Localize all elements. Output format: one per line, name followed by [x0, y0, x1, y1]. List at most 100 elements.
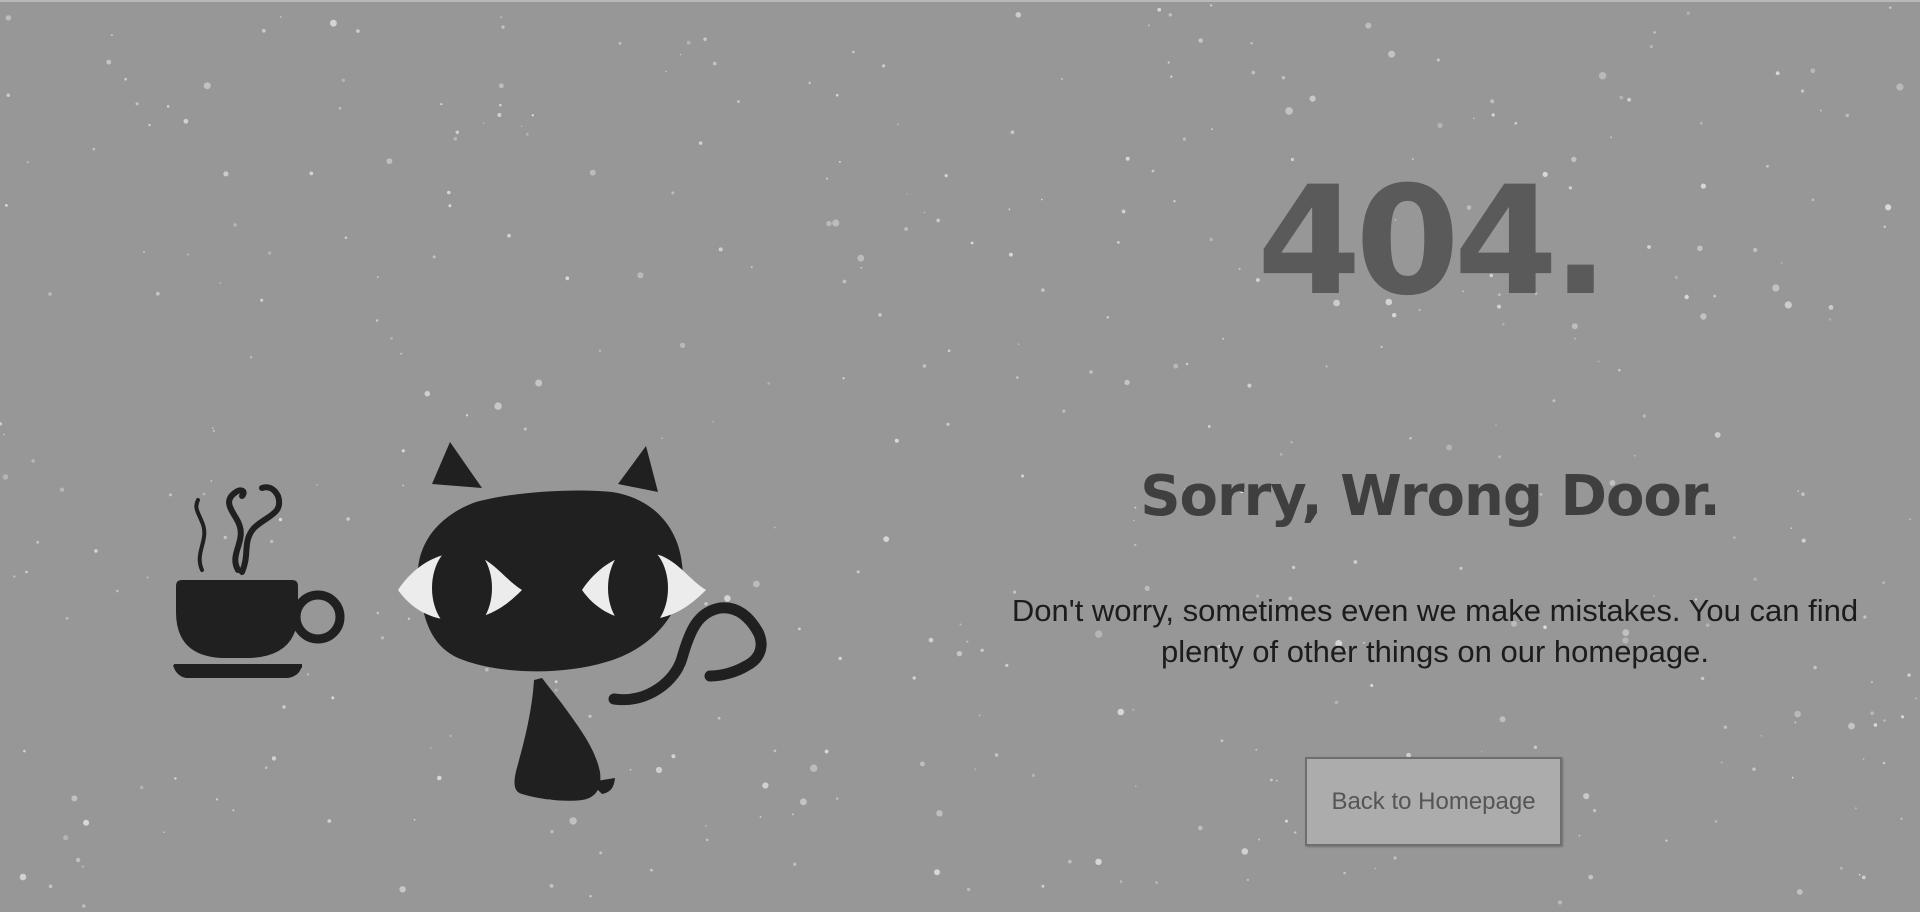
snowflake [1896, 83, 1904, 91]
snowflake [501, 25, 505, 29]
snowflake [1473, 117, 1475, 120]
snowflake [1459, 566, 1463, 571]
snowflake [857, 254, 865, 262]
snowflake [1251, 70, 1256, 75]
snowflake [1124, 379, 1130, 386]
snowflake [497, 113, 502, 117]
snowflake [1017, 343, 1020, 345]
snowflake [110, 34, 113, 37]
snowflake [767, 382, 770, 385]
snowflake [1796, 889, 1803, 895]
snowflake [1173, 363, 1179, 369]
snowflake [1760, 735, 1763, 737]
snowflake [1210, 4, 1213, 7]
snowflake [1858, 873, 1861, 876]
snowflake [341, 78, 345, 83]
snowflake [1801, 492, 1805, 497]
snowflake [344, 236, 348, 239]
snowflake [1241, 848, 1249, 855]
snowflake [565, 276, 570, 281]
snowflake [482, 122, 485, 124]
snowflake [589, 169, 596, 176]
snowflake [183, 118, 189, 124]
snowflake [48, 292, 52, 296]
snowflake [1752, 767, 1756, 771]
snowflake [1167, 61, 1170, 64]
snowflake [1714, 820, 1718, 823]
snowflake [1343, 871, 1346, 875]
snowflake [1309, 95, 1316, 102]
snowflake [698, 141, 703, 145]
snowflake [970, 241, 974, 245]
snowflake [936, 810, 943, 817]
snowflake [386, 158, 393, 165]
snowflake [1255, 748, 1258, 751]
snowflake [1828, 318, 1832, 321]
snowflake [1533, 745, 1538, 749]
snowflake [946, 422, 950, 426]
snowflake [856, 570, 860, 574]
snowflake [920, 761, 925, 767]
snowflake [1276, 779, 1278, 782]
snowflake [1374, 867, 1377, 870]
snowflake [5, 204, 8, 207]
snowflake [599, 851, 603, 855]
snowflake [838, 656, 842, 661]
snowflake [1870, 681, 1874, 684]
snowflake [71, 795, 78, 802]
snowflake [525, 132, 529, 136]
snowflake [1794, 710, 1801, 718]
snowflake [1619, 95, 1624, 100]
snowflake [1132, 708, 1135, 711]
snowflake [1498, 455, 1502, 459]
snowflake [1862, 758, 1865, 760]
snowflake [835, 93, 839, 97]
snowflake [838, 160, 841, 163]
snowflake [1885, 204, 1892, 211]
snowflake [1068, 859, 1072, 864]
snowflake [703, 37, 707, 41]
snowflake [1393, 856, 1397, 860]
snowflake [679, 342, 686, 348]
snowflake [75, 857, 81, 863]
snowflake [1653, 31, 1656, 34]
snowflake [146, 576, 149, 579]
snowflake [860, 266, 863, 269]
snowflake [1870, 711, 1874, 715]
snowflake [944, 174, 948, 178]
snowflake [447, 190, 451, 195]
snowflake [135, 102, 139, 106]
snowflake [618, 41, 622, 45]
snowflake [922, 364, 927, 368]
back-to-homepage-button[interactable]: Back to Homepage [1305, 757, 1562, 846]
snowflake [1281, 75, 1286, 80]
snowflake [824, 749, 829, 754]
snowflake [1713, 294, 1716, 298]
snowflake [686, 40, 691, 45]
snowflake [934, 869, 940, 876]
snowflake [737, 100, 740, 103]
snowflake [1480, 750, 1483, 753]
snowflake [1207, 425, 1211, 428]
snowflake [1436, 58, 1440, 62]
snowflake [1618, 368, 1621, 372]
snowflake [268, 251, 272, 255]
snowflake [1247, 383, 1252, 388]
snowflake [233, 223, 237, 227]
snowflake [1552, 399, 1556, 403]
snowflake [166, 105, 170, 108]
snowflake [375, 319, 379, 322]
snowflake [826, 177, 828, 180]
snowflake [65, 616, 69, 620]
snowflake [424, 390, 431, 397]
snowflake [63, 835, 69, 841]
snowflake [883, 536, 890, 542]
snowflake [842, 279, 847, 284]
snowflake [1873, 723, 1878, 727]
snowflake [1495, 424, 1497, 426]
snowflake [1325, 365, 1328, 368]
snowflake [1714, 432, 1721, 438]
snowflake [2, 474, 9, 480]
snowflake [82, 904, 86, 908]
snowflake [124, 77, 127, 81]
